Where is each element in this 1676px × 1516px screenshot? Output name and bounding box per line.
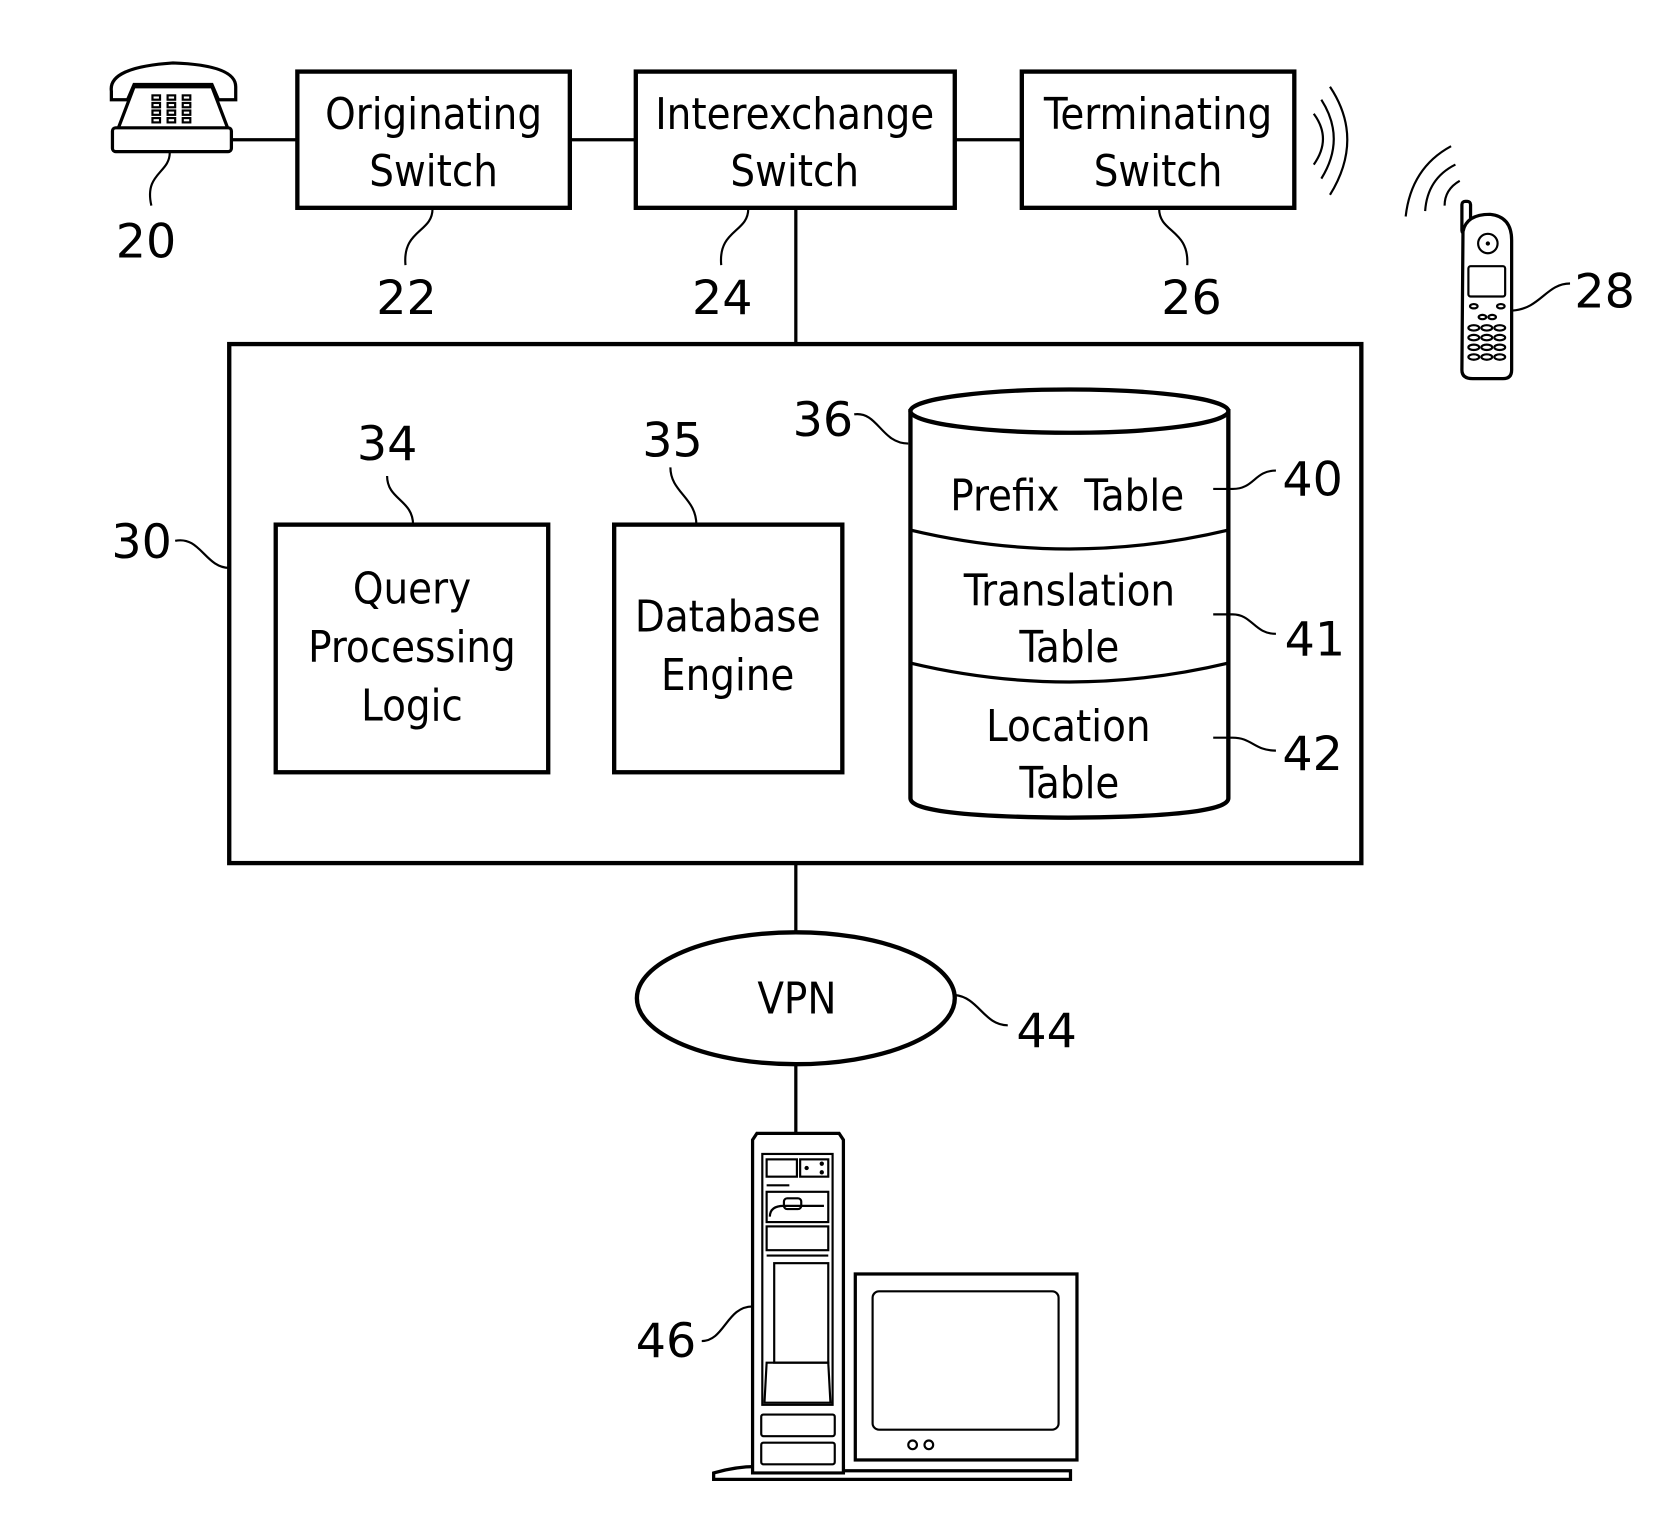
ref-label-35: 35: [642, 414, 703, 469]
terminating-switch-label-line1: Terminating: [1043, 90, 1272, 140]
leader-46: [701, 1305, 753, 1343]
originating-switch: Originating Switch: [295, 69, 573, 210]
radio-waves-icon: [1312, 86, 1349, 196]
leader-26: [1158, 208, 1189, 266]
leader-20: [148, 152, 171, 206]
database-engine: Database Engine: [612, 522, 845, 775]
ref-label-41: 41: [1285, 612, 1346, 667]
ref-label-26: 26: [1161, 271, 1222, 326]
ref-label-22: 22: [376, 271, 437, 326]
leader-24: [720, 208, 750, 266]
ref-label-30: 30: [111, 515, 172, 570]
prefix-table-label: Prefix Table: [950, 472, 1184, 522]
location-table-label-line1: Location: [986, 702, 1150, 752]
database-cylinder: Prefix Table Translation Table Location …: [908, 387, 1231, 820]
leader-22: [404, 208, 434, 266]
location-table-label-line2: Table: [1018, 759, 1119, 809]
database-engine-label-line2: Engine: [661, 651, 794, 701]
query-processing-logic-label-line3: Logic: [361, 681, 463, 731]
ref-label-20: 20: [116, 215, 177, 270]
patent-figure: 20 Originating Switch 22 Interexchange S…: [0, 0, 1676, 1511]
ref-label-40: 40: [1282, 452, 1343, 507]
originating-switch-label-line1: Originating: [325, 90, 542, 140]
interexchange-switch-label-line1: Interexchange: [655, 90, 934, 140]
diagram-canvas: 20 Originating Switch 22 Interexchange S…: [109, 61, 1635, 1482]
computer-workstation-icon: [712, 1131, 1079, 1482]
ref-label-28: 28: [1574, 264, 1635, 319]
query-processing-logic: Query Processing Logic: [273, 522, 551, 775]
database-cylinder-top: [908, 387, 1231, 435]
translation-table-label-line1: Translation: [963, 567, 1175, 617]
ref-label-46: 46: [636, 1314, 697, 1369]
leader-28: [1512, 282, 1571, 312]
database-engine-box: [612, 522, 845, 775]
leader-44: [954, 993, 1008, 1027]
database-engine-label-line1: Database: [635, 593, 821, 643]
ref-label-36: 36: [793, 393, 854, 448]
ref-label-24: 24: [692, 271, 753, 326]
ref-label-34: 34: [357, 417, 418, 472]
terminating-switch: Terminating Switch: [1019, 69, 1297, 210]
computer-monitor-icon: [853, 1272, 1079, 1462]
originating-switch-label-line2: Switch: [369, 147, 498, 197]
ref-label-44: 44: [1016, 1004, 1077, 1059]
query-processing-logic-label-line2: Processing: [308, 623, 516, 673]
terminating-switch-label-line2: Switch: [1094, 147, 1223, 197]
computer-tower-icon: [750, 1131, 846, 1475]
vpn-label: VPN: [757, 974, 836, 1024]
interexchange-switch: Interexchange Switch: [633, 69, 957, 210]
ref-label-42: 42: [1282, 727, 1343, 782]
leader-30: [174, 539, 230, 569]
translation-table-label-line2: Table: [1018, 623, 1119, 673]
query-processing-logic-label-line1: Query: [353, 565, 471, 615]
database-table-prefix: Prefix Table: [950, 472, 1184, 522]
telephone-icon: [109, 61, 238, 154]
interexchange-switch-label-line2: Switch: [730, 147, 859, 197]
radio-waves-icon: [1404, 145, 1461, 217]
mobile-phone-icon: [1460, 199, 1514, 381]
vpn-cloud: VPN: [634, 930, 957, 1067]
